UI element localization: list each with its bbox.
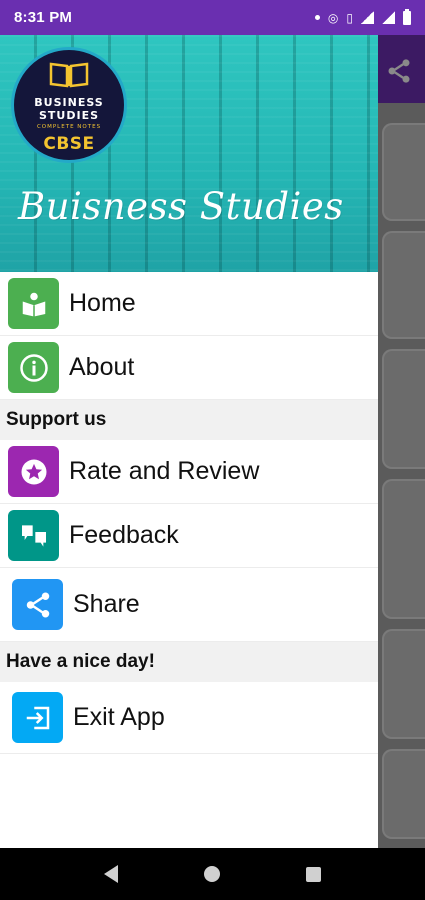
- logo-text-complete-notes: COMPLETE NOTES: [36, 124, 102, 130]
- menu-item-exit[interactable]: Exit App: [0, 682, 378, 754]
- star-icon: [8, 446, 59, 497]
- vibrate-icon: ▯: [346, 10, 353, 25]
- menu-label-share: Share: [73, 590, 140, 618]
- home-book-icon: [8, 278, 59, 329]
- app-logo: BUSINESS STUDIES COMPLETE NOTES CBSE: [11, 47, 127, 163]
- background-card: [382, 629, 425, 739]
- share-icon[interactable]: [384, 57, 414, 85]
- section-header-nice-day: Have a nice day!: [0, 642, 378, 682]
- exit-icon: [12, 692, 63, 743]
- menu-label-feedback: Feedback: [69, 521, 179, 549]
- notification-dot-icon: [314, 15, 320, 20]
- section-header-support: Support us: [0, 400, 378, 440]
- menu-item-share[interactable]: Share: [0, 568, 378, 642]
- logo-text-cbse: CBSE: [43, 134, 95, 154]
- menu-item-about[interactable]: About: [0, 336, 378, 400]
- menu-label-about: About: [69, 353, 135, 381]
- status-icons: ◎ ▯: [314, 8, 411, 25]
- signal-icon: [382, 11, 395, 24]
- menu-item-home[interactable]: Home: [0, 272, 378, 336]
- open-book-icon: [49, 62, 89, 88]
- background-card: [382, 231, 425, 339]
- menu-item-feedback[interactable]: Feedback: [0, 504, 378, 568]
- menu-label-home: Home: [69, 289, 136, 317]
- background-card: [382, 749, 425, 839]
- background-card: [382, 123, 425, 221]
- drawer-menu: Home About Support us Rate and Review Fe…: [0, 272, 378, 754]
- navigation-drawer: BUSINESS STUDIES COMPLETE NOTES CBSE Bui…: [0, 35, 378, 848]
- background-card: [382, 349, 425, 469]
- system-navigation-bar: [0, 848, 425, 900]
- data-saver-icon: ◎: [327, 10, 339, 25]
- share-icon: [12, 579, 63, 630]
- battery-icon: [403, 8, 411, 25]
- menu-item-rate[interactable]: Rate and Review: [0, 440, 378, 504]
- status-time: 8:31 PM: [14, 9, 73, 26]
- logo-text-business: BUSINESS: [34, 96, 104, 109]
- recent-apps-icon[interactable]: [306, 866, 321, 882]
- info-icon: [8, 342, 59, 393]
- drawer-header: BUSINESS STUDIES COMPLETE NOTES CBSE Bui…: [0, 35, 378, 272]
- drawer-title: Buisness Studies: [18, 185, 344, 228]
- logo-text-studies: STUDIES: [38, 109, 100, 122]
- home-circle-icon[interactable]: [204, 866, 220, 882]
- wifi-icon: [361, 11, 374, 24]
- menu-label-rate: Rate and Review: [69, 457, 260, 485]
- background-app-scrim[interactable]: [378, 35, 425, 848]
- menu-label-exit: Exit App: [73, 703, 165, 731]
- feedback-icon: [8, 510, 59, 561]
- background-toolbar: [378, 35, 425, 103]
- back-icon[interactable]: [104, 865, 118, 883]
- status-bar: 8:31 PM ◎ ▯: [0, 0, 425, 35]
- background-card: [382, 479, 425, 619]
